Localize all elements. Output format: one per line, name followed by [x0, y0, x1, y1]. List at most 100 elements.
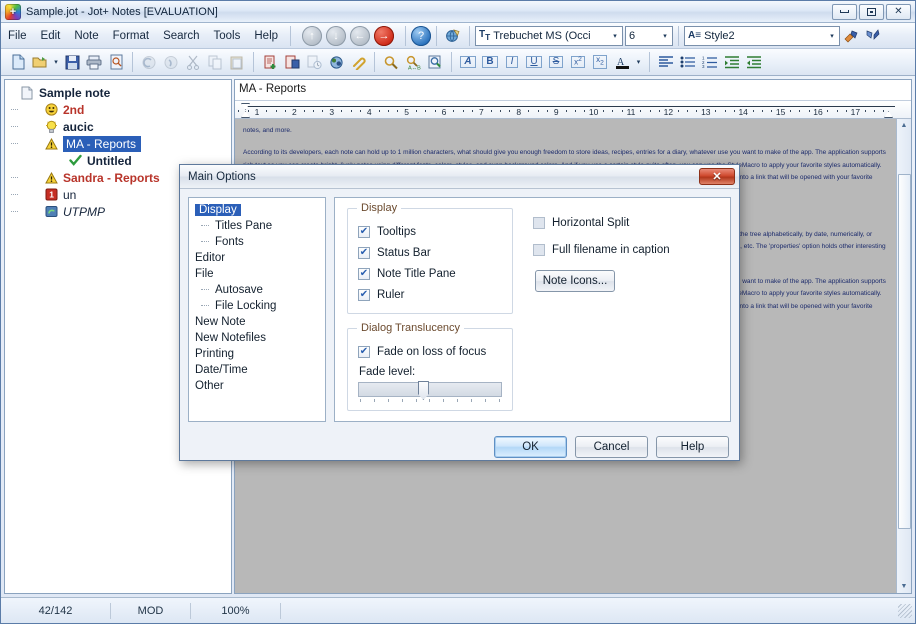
scroll-up-icon[interactable]: ▲ [898, 119, 911, 132]
italic-icon[interactable]: I [501, 52, 523, 73]
cancel-button[interactable]: Cancel [575, 436, 648, 458]
checkbox-row-tooltips[interactable]: ✔ Tooltips [358, 221, 502, 242]
checkbox-row-status-bar[interactable]: ✔ Status Bar [358, 242, 502, 263]
close-button[interactable]: ✕ [886, 3, 911, 20]
ok-button[interactable]: OK [494, 436, 567, 458]
dialog-nav-new-note[interactable]: New Note [193, 314, 325, 330]
print-icon[interactable] [83, 52, 105, 73]
chevron-down-icon-size[interactable]: ▾ [658, 27, 672, 45]
undo-icon[interactable] [138, 52, 160, 73]
dialog-nav-file[interactable]: File [193, 266, 325, 282]
checkbox-ruler[interactable]: ✔ [358, 288, 370, 301]
style-update-icon[interactable] [862, 25, 884, 46]
scrollbar-thumb[interactable] [897, 174, 911, 529]
open-dropdown-icon[interactable]: ▾ [51, 52, 61, 73]
chevron-down-icon-style[interactable]: ▾ [825, 27, 839, 45]
font-color-icon[interactable]: A [611, 52, 633, 73]
add-note-icon[interactable] [259, 52, 281, 73]
cut-icon[interactable] [182, 52, 204, 73]
font-color-dropdown-icon[interactable]: ▾ [633, 52, 644, 73]
dialog-nav-editor[interactable]: Editor [193, 250, 325, 266]
indent-increase-icon[interactable] [721, 52, 743, 73]
font-dialog-icon[interactable]: A [457, 52, 479, 73]
attach-icon[interactable] [347, 52, 369, 73]
checkbox-full-filename-in-caption[interactable] [533, 243, 545, 256]
ruler-right-indent[interactable] [884, 111, 893, 118]
scrollbar-track[interactable] [897, 132, 911, 580]
paste-icon[interactable] [226, 52, 248, 73]
font-name-combo[interactable]: TT Trebuchet MS (Occi ▾ [475, 25, 624, 46]
fade-level-slider[interactable] [358, 381, 502, 400]
dialog-nav-display[interactable]: Display [193, 202, 325, 218]
underline-icon[interactable]: U [523, 52, 545, 73]
numbered-list-icon[interactable]: 123 [699, 52, 721, 73]
note-icons-button[interactable]: Note Icons... [535, 270, 615, 292]
vertical-scrollbar[interactable]: ▲ ▼ [896, 119, 911, 593]
checkbox-fade-on-loss-of-focus[interactable]: ✔ [358, 345, 370, 358]
paragraph-icon[interactable] [655, 52, 677, 73]
tree-item-sample-note[interactable]: Sample note [9, 84, 231, 101]
indent-decrease-icon[interactable] [743, 52, 765, 73]
redo-icon[interactable] [160, 52, 182, 73]
ruler-left-indent[interactable] [241, 111, 250, 118]
font-size-combo[interactable]: 6 ▾ [625, 25, 674, 46]
superscript-icon[interactable]: x2 [567, 52, 589, 73]
home-globe-icon[interactable] [442, 26, 464, 46]
checkbox-row-fade-on-loss[interactable]: ✔ Fade on loss of focus [358, 341, 502, 362]
find-icon[interactable] [380, 52, 402, 73]
menu-edit[interactable]: Edit [34, 27, 68, 45]
bold-icon[interactable]: B [479, 52, 501, 73]
menu-search[interactable]: Search [156, 27, 206, 45]
copy-icon[interactable] [204, 52, 226, 73]
open-file-icon[interactable] [29, 52, 51, 73]
dialog-nav-other[interactable]: Other [193, 378, 325, 394]
scroll-down-icon[interactable]: ▼ [898, 580, 911, 593]
strikethrough-icon[interactable]: S [545, 52, 567, 73]
insert-object-icon[interactable] [325, 52, 347, 73]
dialog-close-button[interactable]: ✕ [699, 168, 735, 185]
insert-datetime-icon[interactable] [303, 52, 325, 73]
menu-tools[interactable]: Tools [207, 27, 248, 45]
tree-item-aucic[interactable]: aucic [9, 118, 231, 135]
menu-note[interactable]: Note [67, 27, 105, 45]
ruler[interactable]: 1 2 3 4 5 6 7 8 9 10 11 12 13 14 15 16 17 [235, 100, 911, 119]
subscript-icon[interactable]: x2 [589, 52, 611, 73]
find-in-notes-icon[interactable] [424, 52, 446, 73]
tree-item-ma-reports[interactable]: MA - Reports [9, 135, 231, 152]
bullet-list-icon[interactable] [677, 52, 699, 73]
dialog-nav-fonts[interactable]: Fonts [193, 234, 325, 250]
save-icon[interactable] [61, 52, 83, 73]
style-apply-icon[interactable] [840, 25, 862, 46]
dialog-nav-new-notefiles[interactable]: New Notefiles [193, 330, 325, 346]
nav-up-icon[interactable]: ↑ [302, 25, 323, 46]
dialog-nav-printing[interactable]: Printing [193, 346, 325, 362]
minimize-button[interactable] [832, 3, 857, 20]
checkbox-row-horizontal-split[interactable]: Horizontal Split [533, 212, 718, 233]
help-icon[interactable]: ? [411, 25, 432, 46]
dialog-nav-titles-pane[interactable]: Titles Pane [193, 218, 325, 234]
checkbox-horizontal-split[interactable] [533, 216, 545, 229]
dialog-nav-autosave[interactable]: Autosave [193, 282, 325, 298]
style-combo[interactable]: A≡ Style2 ▾ [684, 25, 841, 46]
add-notefile-icon[interactable] [281, 52, 303, 73]
menu-help[interactable]: Help [247, 27, 285, 45]
checkbox-row-ruler[interactable]: ✔ Ruler [358, 284, 502, 305]
note-title-pane[interactable]: MA - Reports [235, 80, 911, 100]
find-replace-icon[interactable]: A↔B [402, 52, 424, 73]
dialog-nav-date-time[interactable]: Date/Time [193, 362, 325, 378]
dialog-category-list[interactable]: Display Titles Pane Fonts Editor File Au… [188, 197, 326, 422]
checkbox-row-full-filename[interactable]: Full filename in caption [533, 239, 718, 260]
checkbox-note-title-pane[interactable]: ✔ [358, 267, 370, 280]
menu-format[interactable]: Format [106, 27, 156, 45]
print-preview-icon[interactable] [105, 52, 127, 73]
restore-button[interactable] [859, 3, 884, 20]
nav-forward-icon[interactable]: → [374, 25, 395, 46]
checkbox-tooltips[interactable]: ✔ [358, 225, 370, 238]
help-button[interactable]: Help [656, 436, 729, 458]
checkbox-row-note-title-pane[interactable]: ✔ Note Title Pane [358, 263, 502, 284]
nav-down-icon[interactable]: ↓ [326, 25, 347, 46]
tree-item-2nd[interactable]: 2nd [9, 101, 231, 118]
dialog-nav-file-locking[interactable]: File Locking [193, 298, 325, 314]
nav-back-icon[interactable]: ← [350, 25, 371, 46]
resize-grip[interactable] [898, 603, 912, 618]
